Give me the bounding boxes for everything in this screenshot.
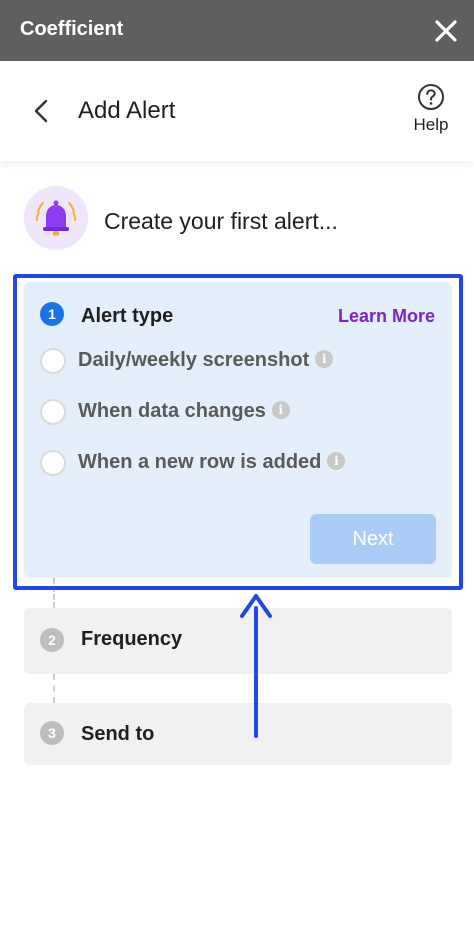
step-title: Frequency bbox=[81, 628, 183, 650]
close-icon[interactable] bbox=[432, 17, 460, 45]
intro-heading: Create your first alert... bbox=[104, 208, 338, 234]
highlight-frame bbox=[13, 274, 463, 590]
step-number: 3 bbox=[40, 721, 64, 745]
app-title: Coefficient bbox=[20, 18, 124, 40]
bell-icon bbox=[36, 200, 76, 236]
step-number: 2 bbox=[40, 628, 64, 652]
app-titlebar: Coefficient bbox=[0, 0, 474, 61]
intro-row: Create your first alert... bbox=[24, 186, 454, 252]
page-title: Add Alert bbox=[78, 97, 176, 124]
bell-avatar bbox=[24, 186, 88, 250]
help-label: Help bbox=[413, 115, 449, 134]
page-header: Add Alert Help bbox=[0, 61, 474, 161]
help-button[interactable]: Help bbox=[406, 83, 456, 139]
step-title: Send to bbox=[81, 723, 155, 745]
back-icon[interactable] bbox=[30, 97, 52, 125]
step-connector bbox=[53, 674, 55, 703]
help-icon bbox=[418, 84, 444, 110]
annotation-arrow bbox=[240, 594, 272, 738]
